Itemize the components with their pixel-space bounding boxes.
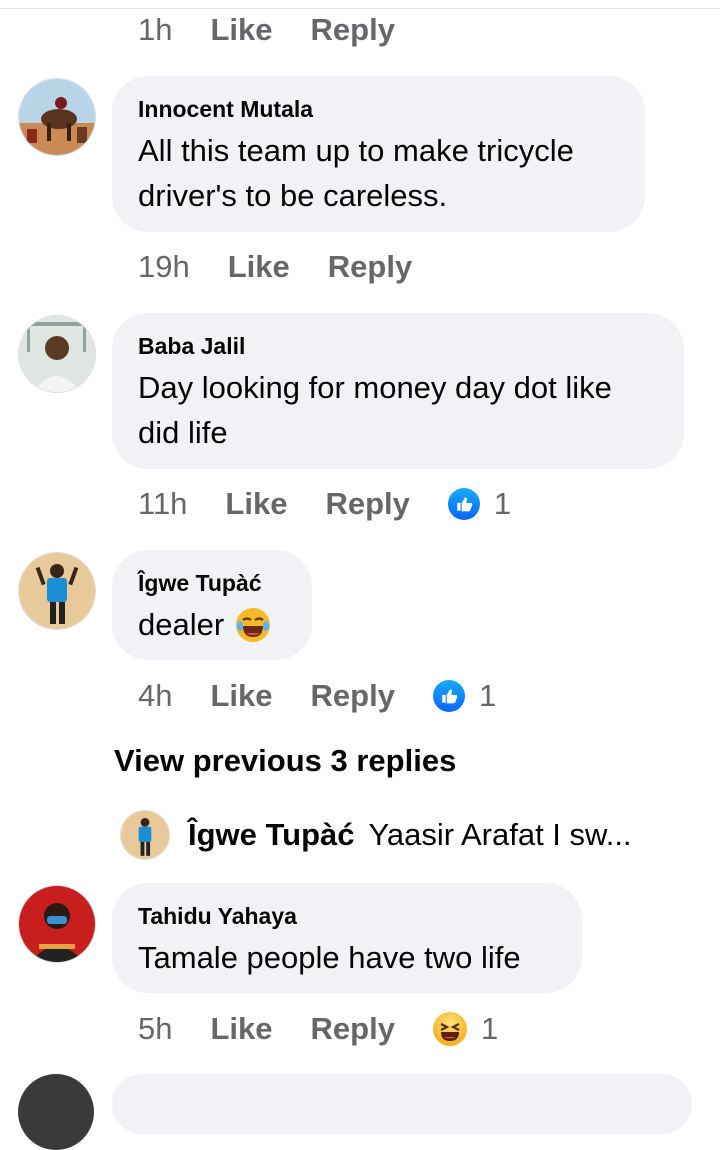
avatar[interactable] [18, 315, 96, 393]
reply-button[interactable]: Reply [311, 1011, 395, 1047]
comment-time: 19h [138, 249, 190, 284]
like-button[interactable]: Like [210, 1011, 272, 1047]
reply-text: Yaasir Arafat I sw... [368, 817, 632, 852]
comment-bubble: Innocent Mutala All this team up to make… [112, 76, 645, 232]
commenter-name[interactable]: Baba Jalil [138, 331, 656, 361]
reply-preview[interactable]: Îgwe Tupàć Yaasir Arafat I sw... [120, 810, 680, 860]
reply-button[interactable]: Reply [325, 486, 409, 522]
comment-text: dealer [138, 607, 225, 642]
reply-button[interactable]: Reply [328, 249, 412, 285]
comment-actions: 1h Like Reply [138, 10, 433, 50]
like-button[interactable]: Like [228, 249, 290, 285]
avatar[interactable] [18, 78, 96, 156]
comment-time: 4h [138, 678, 173, 713]
comment-text: All this team up to make tricycle driver… [138, 133, 574, 213]
like-icon [432, 680, 465, 712]
commenter-name[interactable]: Îgwe Tupàć [138, 568, 284, 598]
commenter-name[interactable]: Innocent Mutala [138, 94, 617, 124]
like-button[interactable]: Like [225, 486, 287, 522]
avatar[interactable] [18, 552, 96, 630]
commenter-name[interactable]: Tahidu Yahaya [138, 901, 554, 931]
reaction-count: 1 [478, 678, 497, 713]
view-previous-replies-link[interactable]: View previous 3 replies [114, 743, 456, 779]
comment-time: 11h [138, 486, 188, 521]
comment-bubble: Baba Jalil Day looking for money day dot… [112, 313, 684, 469]
comment-text: Day looking for money day dot like did l… [138, 370, 612, 450]
comment-actions: 19h Like Reply [138, 247, 450, 287]
avatar[interactable] [18, 885, 96, 963]
reply-button[interactable]: Reply [311, 12, 395, 48]
reaction-count: 1 [493, 486, 512, 521]
comment-bubble: Îgwe Tupàć dealer [112, 550, 312, 660]
comment-actions: 4h Like Reply 1 [138, 676, 496, 716]
like-button[interactable]: Like [210, 678, 272, 714]
avatar[interactable] [18, 1074, 94, 1150]
haha-icon [432, 1012, 467, 1046]
reply-author-name[interactable]: Îgwe Tupàć [188, 817, 355, 853]
reply-button[interactable]: Reply [311, 678, 395, 714]
comment-actions: 11h Like Reply 1 [138, 484, 511, 524]
laughing-emoji-icon [234, 606, 272, 644]
comment-bubble: Tahidu Yahaya Tamale people have two lif… [112, 883, 582, 993]
top-divider [0, 0, 720, 9]
comment-actions: 5h Like Reply 1 [138, 1009, 498, 1049]
comment-bubble [112, 1074, 692, 1134]
reaction-count: 1 [480, 1011, 499, 1046]
reaction-summary[interactable]: 1 [432, 678, 497, 714]
avatar [120, 810, 170, 860]
like-button[interactable]: Like [210, 12, 272, 48]
reaction-summary[interactable]: 1 [447, 486, 512, 522]
comment-text: Tamale people have two life [138, 940, 521, 975]
comment-time: 5h [138, 1011, 173, 1046]
like-icon [447, 488, 480, 520]
reaction-summary[interactable]: 1 [432, 1011, 499, 1047]
comment-time: 1h [138, 12, 173, 47]
